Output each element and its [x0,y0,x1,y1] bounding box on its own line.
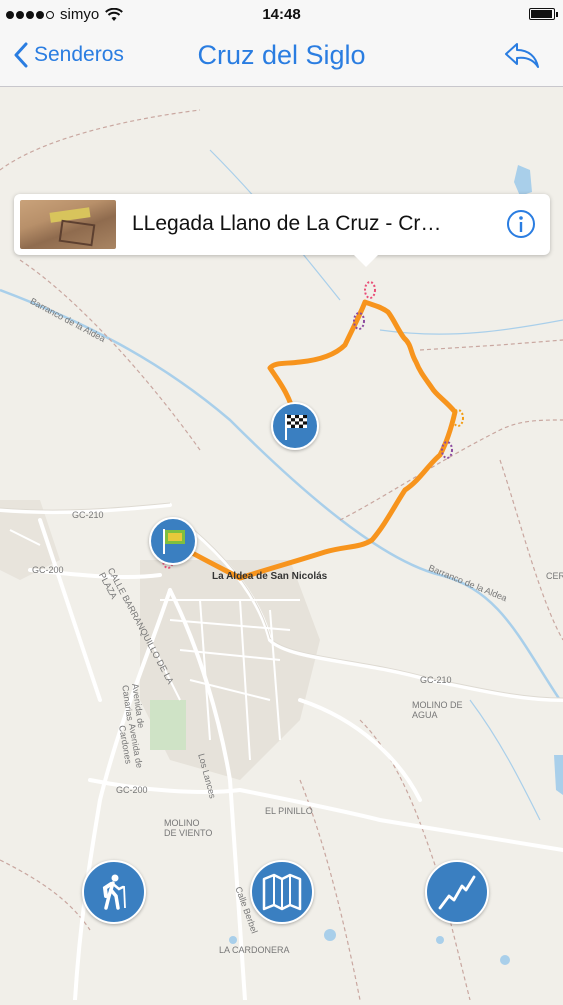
finish-marker[interactable] [271,402,319,450]
folded-map-icon [262,873,302,911]
navigation-bar: Senderos Cruz del Siglo [0,30,563,87]
map-label-road: GC-200 [32,565,64,575]
status-bar: simyo 14:48 [0,0,563,30]
reply-arrow-icon[interactable] [503,41,541,71]
status-time: 14:48 [262,6,301,23]
page-title: Cruz del Siglo [197,40,366,70]
callout-title: LLegada Llano de La Cruz - Cr… [132,212,442,235]
battery-icon [529,8,558,20]
map-label-town: La Aldea de San Nicolás [212,571,328,582]
start-flag-icon [163,529,185,554]
map-label-place: MOLINO DE VIENTO [164,818,213,838]
map-label-road: GC-210 [420,675,452,685]
elevation-profile-icon [438,875,476,910]
checkered-flag-icon [285,414,307,440]
hiker-button[interactable] [82,860,146,924]
map-label-place: CER [546,571,563,581]
map-label-place: EL PINILLO [265,806,313,816]
start-marker[interactable] [149,517,197,565]
map-callout[interactable]: LLegada Llano de La Cruz - Cr… [14,194,550,267]
info-icon[interactable] [506,209,536,239]
elevation-button[interactable] [425,860,489,924]
map-label-place: LA CARDONERA [219,945,290,955]
callout-thumbnail [20,200,116,249]
map-label-place: MOLINO DE AGUA [412,700,463,720]
map-button[interactable] [250,860,314,924]
map-label-road: GC-210 [72,510,104,520]
hiker-icon [102,874,126,910]
